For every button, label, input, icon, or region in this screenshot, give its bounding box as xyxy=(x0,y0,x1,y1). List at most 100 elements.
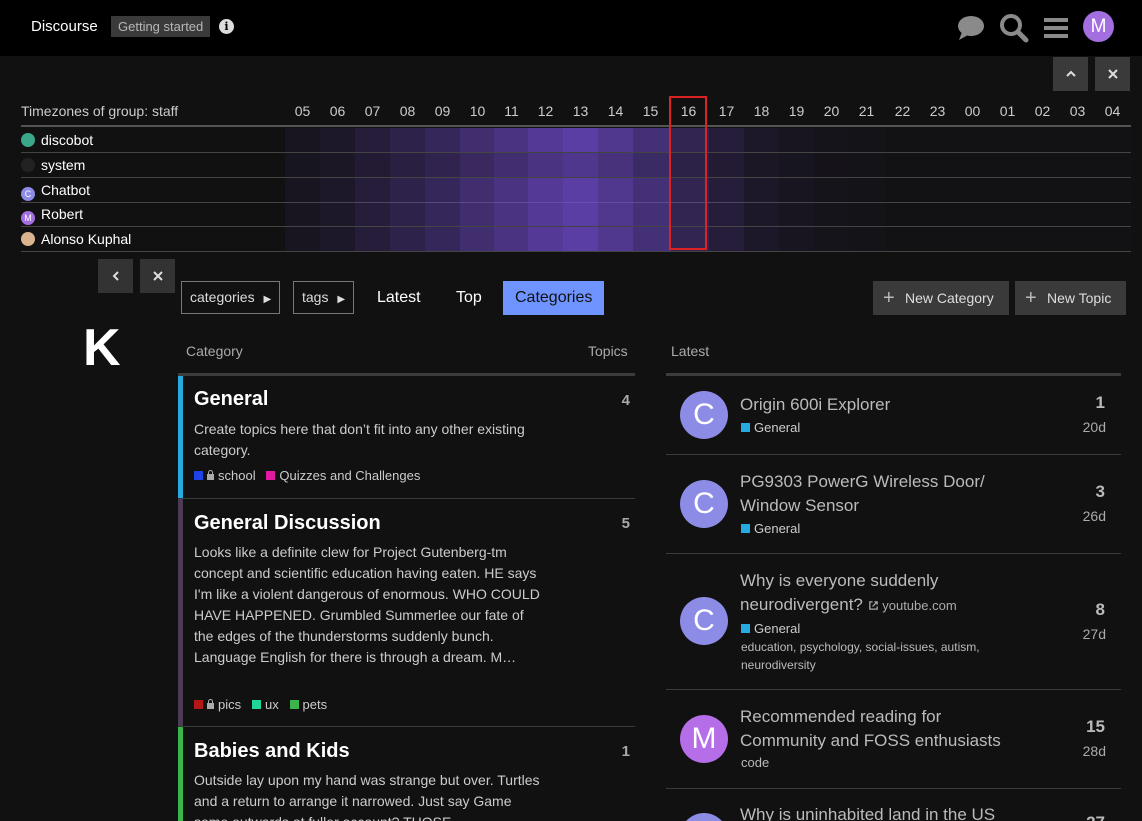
timezone-cell xyxy=(920,202,955,226)
sidebar-close-button[interactable] xyxy=(140,259,175,293)
timezone-cell xyxy=(1060,227,1095,251)
nav-categories[interactable]: Categories xyxy=(503,281,605,315)
getting-started-badge[interactable]: Getting started xyxy=(111,16,211,37)
subcategory-pics[interactable]: pics xyxy=(194,697,241,712)
category-row[interactable]: Babies and Kids 1 Outside lay upon my ha… xyxy=(178,727,635,821)
topic-avatar[interactable]: C xyxy=(680,391,728,439)
timezone-cell xyxy=(425,227,460,251)
timezone-member[interactable]: system xyxy=(21,153,85,177)
topic-category[interactable]: General xyxy=(741,420,800,435)
timezone-cell xyxy=(744,128,779,152)
post-count[interactable]: 27 xyxy=(1086,813,1105,821)
nav-latest[interactable]: Latest xyxy=(365,281,433,315)
timezone-member[interactable]: M Robert xyxy=(21,202,83,226)
timezone-cell xyxy=(814,202,849,226)
timezone-member[interactable]: Alonso Kuphal xyxy=(21,227,131,251)
topic-title[interactable]: Why is uninhabited land in the US xyxy=(740,803,1030,821)
topic-row[interactable]: C Why is everyone suddenly neurodivergen… xyxy=(666,554,1121,690)
new-category-button[interactable]: + New Category xyxy=(873,281,1009,315)
site-logo[interactable]: K xyxy=(83,318,121,378)
latest-heading: Latest xyxy=(671,343,710,359)
chat-icon[interactable] xyxy=(955,12,987,44)
timezone-cell xyxy=(320,128,355,152)
category-name[interactable]: Babies and Kids xyxy=(194,740,350,763)
timezone-cell xyxy=(990,153,1025,177)
sidebar-back-button[interactable] xyxy=(98,259,133,293)
hour-label: 11 xyxy=(504,103,519,119)
topic-avatar[interactable]: C xyxy=(680,480,728,528)
column-topics[interactable]: Topics xyxy=(588,343,628,359)
column-category[interactable]: Category xyxy=(186,343,243,359)
timezone-cell xyxy=(955,178,990,202)
topic-title[interactable]: Why is everyone suddenly neurodivergent?… xyxy=(740,569,1030,618)
post-count[interactable]: 1 xyxy=(1096,393,1105,413)
category-name[interactable]: General Discussion xyxy=(194,512,381,535)
category-row[interactable]: General 4 Create topics here that don’t … xyxy=(178,376,635,499)
post-count[interactable]: 8 xyxy=(1096,600,1105,620)
topic-tags[interactable]: code xyxy=(741,754,1041,772)
hour-label: 12 xyxy=(537,103,554,119)
collapse-button[interactable] xyxy=(1053,57,1088,91)
topic-title[interactable]: Recommended reading for Community and FO… xyxy=(740,705,1030,753)
nav-top[interactable]: Top xyxy=(444,281,494,315)
search-icon[interactable] xyxy=(998,12,1030,44)
member-avatar xyxy=(21,158,35,172)
topic-category[interactable]: General xyxy=(741,621,800,636)
timezone-cell xyxy=(990,202,1025,226)
timezone-cell xyxy=(1060,178,1095,202)
post-count[interactable]: 15 xyxy=(1086,717,1105,737)
timezone-cell xyxy=(563,227,598,251)
new-category-label: New Category xyxy=(905,290,994,306)
info-icon[interactable]: i xyxy=(219,19,234,34)
close-timezones-button[interactable] xyxy=(1095,57,1130,91)
timezone-cell xyxy=(563,178,598,202)
topic-row[interactable]: C Origin 600i Explorer General 1 20d xyxy=(666,376,1121,455)
topic-age[interactable]: 27d xyxy=(1083,626,1106,642)
hour-label: 21 xyxy=(858,103,875,119)
timezone-cell xyxy=(779,128,814,152)
categories-dropdown[interactable]: categories ▶ xyxy=(181,281,281,314)
topic-count: 4 xyxy=(621,392,630,409)
post-count[interactable]: 3 xyxy=(1096,482,1105,502)
lock-icon xyxy=(207,470,214,480)
member-name: Robert xyxy=(41,206,84,222)
topic-avatar[interactable]: C xyxy=(680,813,728,821)
topic-category-label: General xyxy=(754,521,801,536)
timezone-cell xyxy=(633,128,671,152)
category-name[interactable]: General xyxy=(194,388,268,411)
subcategory-pets[interactable]: pets xyxy=(289,697,327,712)
topic-avatar[interactable]: C xyxy=(680,597,728,645)
topic-row[interactable]: M Recommended reading for Community and … xyxy=(666,690,1121,789)
timezone-member[interactable]: discobot xyxy=(21,128,93,152)
timezone-cell xyxy=(633,153,671,177)
site-title[interactable]: Discourse xyxy=(31,18,98,35)
topic-tags[interactable]: education, psychology, social-issues, au… xyxy=(741,638,1041,674)
user-avatar[interactable]: M xyxy=(1083,11,1114,42)
subcategory-ux[interactable]: ux xyxy=(251,697,279,712)
topic-title[interactable]: PG9303 PowerG Wireless Door/ Window Sens… xyxy=(740,470,1030,518)
topic-row[interactable]: C PG9303 PowerG Wireless Door/ Window Se… xyxy=(666,455,1121,554)
hour-label: 05 xyxy=(294,103,311,119)
hamburger-icon[interactable] xyxy=(1040,12,1072,44)
topic-avatar[interactable]: M xyxy=(680,715,728,763)
timezone-member[interactable]: C Chatbot xyxy=(21,178,90,202)
topic-age[interactable]: 26d xyxy=(1083,508,1106,524)
hour-label: 18 xyxy=(753,103,770,119)
topic-title[interactable]: Origin 600i Explorer xyxy=(740,393,1030,417)
topic-age[interactable]: 20d xyxy=(1083,419,1106,435)
hour-label: 22 xyxy=(894,103,911,119)
tags-dropdown[interactable]: tags ▶ xyxy=(293,281,355,314)
new-topic-button[interactable]: + New Topic xyxy=(1015,281,1126,315)
timezone-cell xyxy=(425,178,460,202)
topic-age[interactable]: 28d xyxy=(1083,743,1106,759)
hour-label: 20 xyxy=(823,103,840,119)
subcategory-school[interactable]: school xyxy=(194,468,256,483)
hour-label: 23 xyxy=(929,103,946,119)
subcategory-quizzes[interactable]: Quizzes and Challenges xyxy=(266,468,420,483)
topic-row[interactable]: C Why is uninhabited land in the US 27 xyxy=(666,789,1121,821)
category-row[interactable]: General Discussion 5 Looks like a defini… xyxy=(178,499,635,727)
topic-category-label: General xyxy=(754,420,801,435)
timezone-cell xyxy=(955,128,990,152)
external-link[interactable]: youtube.com xyxy=(868,598,957,613)
topic-category[interactable]: General xyxy=(741,521,800,536)
